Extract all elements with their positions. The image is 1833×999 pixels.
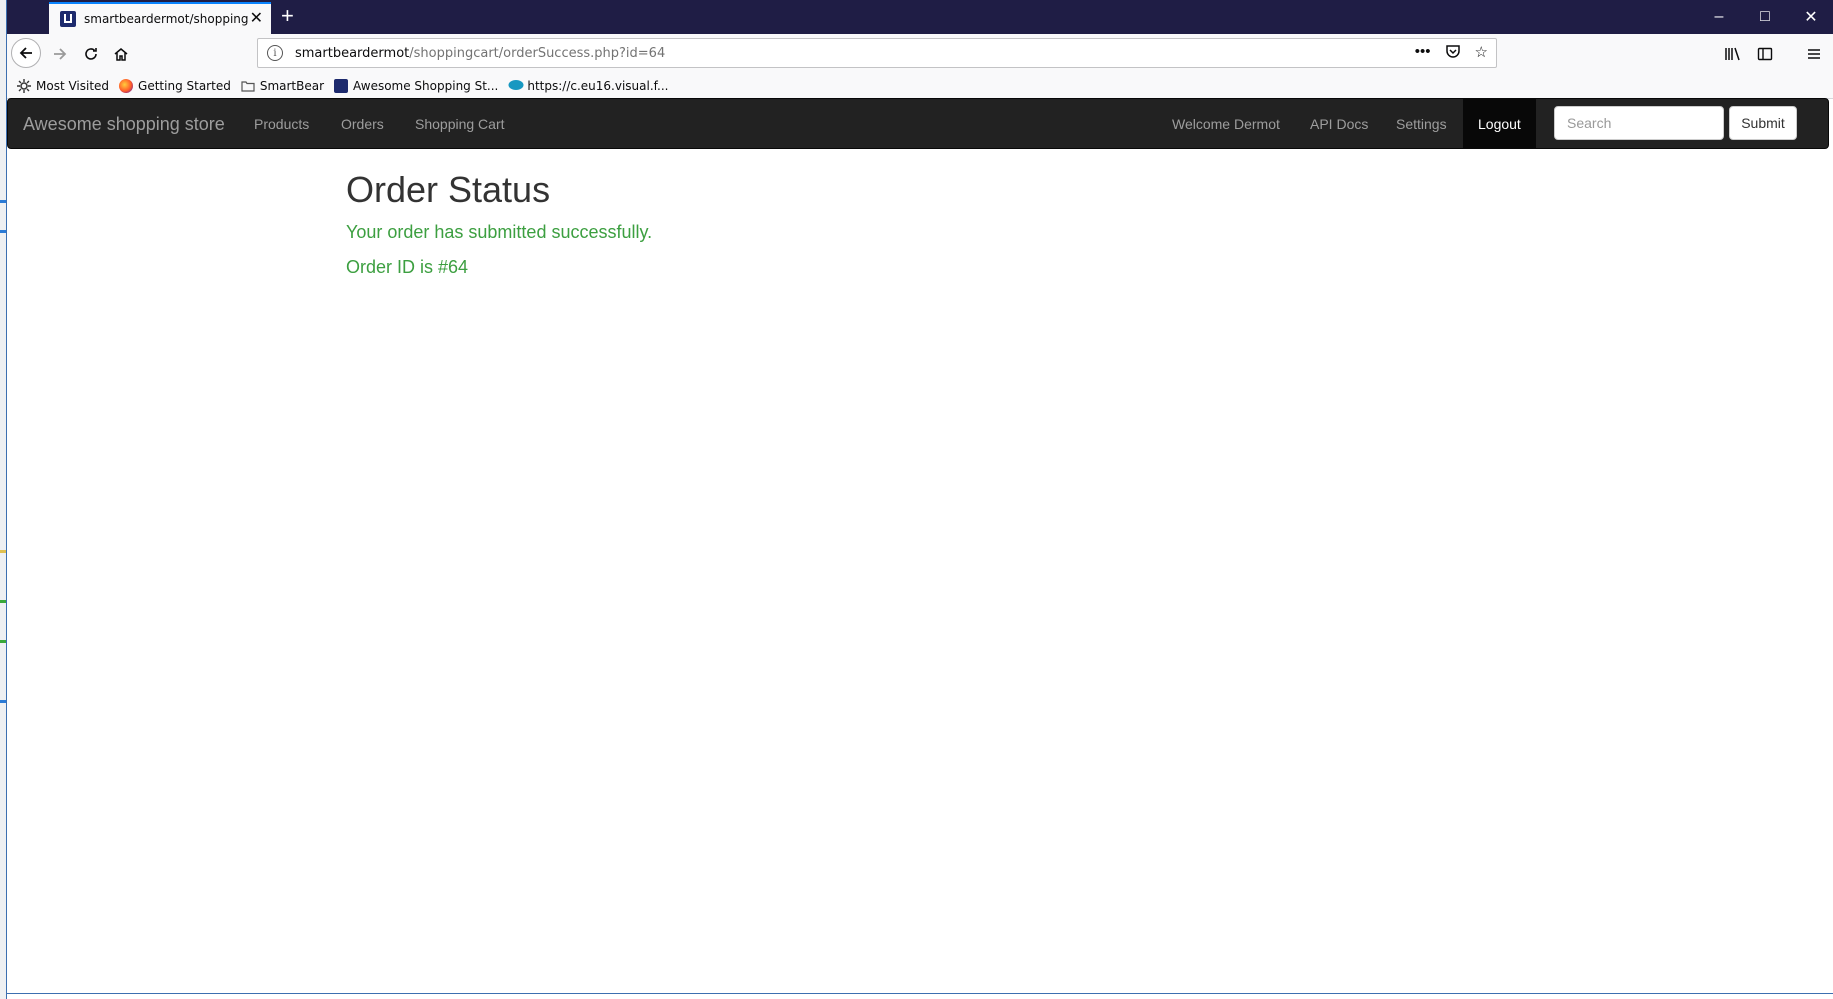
title-bar: smartbeardermot/shoppingcar ✕ + – □ ✕ [7, 0, 1833, 34]
bookmark-label: https://c.eu16.visual.f... [527, 79, 669, 93]
arrow-left-icon [19, 47, 32, 59]
bookmark-star-icon[interactable]: ☆ [1475, 43, 1488, 63]
nav-shopping-cart[interactable]: Shopping Cart [415, 116, 505, 132]
bookmark-label: SmartBear [259, 79, 325, 93]
gear-icon [17, 79, 31, 93]
sidebar-icon [1757, 47, 1773, 61]
cloud-icon [508, 79, 524, 93]
app-navbar: Awesome shopping store Products Orders S… [7, 98, 1829, 149]
brand-link[interactable]: Awesome shopping store [23, 114, 225, 135]
nav-welcome[interactable]: Welcome Dermot [1172, 116, 1280, 132]
info-icon[interactable]: i [267, 45, 283, 61]
bookmarks-toolbar: Most Visited Getting Started SmartBear A… [7, 74, 1833, 99]
more-actions-icon[interactable]: ••• [1415, 43, 1431, 63]
bookmark-smartbear[interactable]: SmartBear [241, 79, 324, 93]
address-bar[interactable]: i smartbeardermot/shoppingcart/orderSucc… [257, 38, 1497, 68]
maximize-button[interactable]: □ [1742, 0, 1788, 34]
submit-button[interactable]: Submit [1729, 106, 1797, 140]
menu-button[interactable] [1800, 40, 1828, 68]
library-button[interactable] [1719, 40, 1747, 68]
url-text: smartbeardermot/shoppingcart/orderSucces… [295, 46, 665, 61]
firefox-icon [119, 79, 134, 93]
nav-orders[interactable]: Orders [341, 116, 384, 132]
minimize-button[interactable]: – [1696, 0, 1742, 34]
page-title: Order Status [346, 169, 551, 210]
success-message: Your order has submitted successfully. [346, 222, 653, 242]
pocket-icon[interactable] [1445, 43, 1461, 63]
url-host: smartbeardermot [295, 45, 410, 61]
bookmark-label: Getting Started [138, 79, 231, 93]
site-favicon-icon [60, 11, 76, 27]
forward-button[interactable] [46, 40, 74, 68]
library-icon [1725, 47, 1740, 61]
close-window-button[interactable]: ✕ [1788, 0, 1833, 34]
order-id-text: Order ID is #64 [346, 257, 469, 277]
bookmark-label: Most Visited [36, 79, 110, 93]
sidebar-button[interactable] [1751, 40, 1779, 68]
new-tab-button[interactable]: + [281, 4, 294, 28]
arrow-right-icon [54, 48, 67, 60]
nav-settings[interactable]: Settings [1396, 116, 1447, 132]
home-icon [114, 48, 128, 61]
bookmark-getting-started[interactable]: Getting Started [119, 79, 231, 93]
bookmark-most-visited[interactable]: Most Visited [17, 79, 109, 93]
browser-tab[interactable]: smartbeardermot/shoppingcar ✕ [49, 2, 271, 34]
home-button[interactable] [107, 40, 135, 68]
site-icon [334, 79, 349, 93]
bookmark-salesforce[interactable]: https://c.eu16.visual.f... [508, 79, 668, 93]
back-button[interactable] [11, 38, 41, 68]
main-content: Order Status Your order has submitted su… [346, 168, 652, 278]
bookmark-label: Awesome Shopping St... [353, 79, 499, 93]
bookmark-awesome-shopping[interactable]: Awesome Shopping St... [334, 79, 498, 93]
window-border [7, 993, 1833, 994]
close-tab-icon[interactable]: ✕ [250, 10, 263, 28]
nav-logout[interactable]: Logout [1463, 99, 1536, 148]
search-input[interactable] [1554, 106, 1724, 140]
url-path: /shoppingcart/orderSuccess.php?id=64 [409, 45, 666, 61]
nav-api-docs[interactable]: API Docs [1310, 116, 1368, 132]
tab-title: smartbeardermot/shoppingcar [84, 12, 249, 26]
browser-toolbar: i smartbeardermot/shoppingcart/orderSucc… [7, 34, 1833, 74]
browser-window: smartbeardermot/shoppingcar ✕ + – □ ✕ i … [6, 0, 1833, 999]
reload-icon [85, 48, 97, 60]
folder-icon [241, 79, 255, 93]
hamburger-icon [1808, 49, 1820, 59]
url-actions: ••• ☆ [1415, 43, 1488, 63]
nav-products[interactable]: Products [254, 116, 309, 132]
reload-button[interactable] [77, 40, 105, 68]
